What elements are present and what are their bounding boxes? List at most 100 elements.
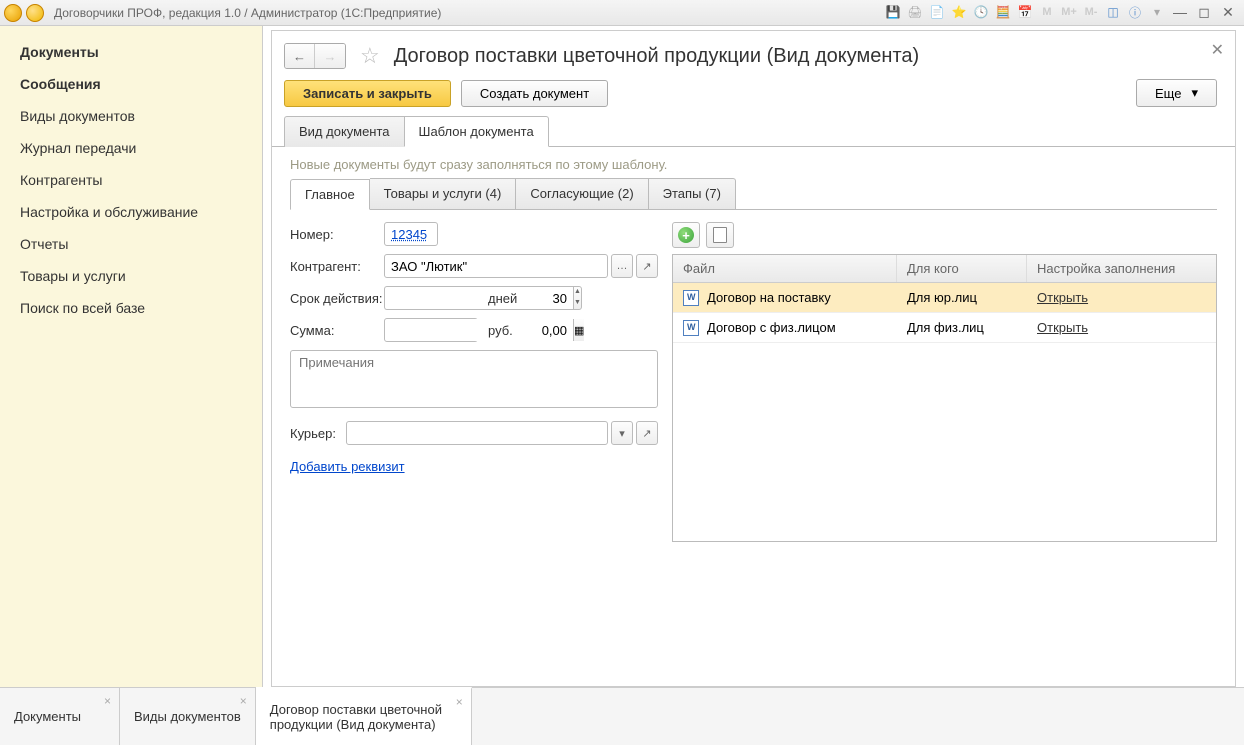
- calculator-icon[interactable]: ▦: [573, 319, 584, 341]
- table-row[interactable]: Договор с физ.лицом Для физ.лиц Открыть: [673, 313, 1216, 343]
- m-minus-icon[interactable]: M-: [1082, 3, 1100, 21]
- sum-field[interactable]: ▦: [384, 318, 478, 342]
- tab-doc-template[interactable]: Шаблон документа: [404, 116, 549, 147]
- main-area: Документы Сообщения Виды документов Журн…: [0, 26, 1244, 687]
- row-contractor: Контрагент: ЗАО "Лютик" … ↗: [290, 254, 658, 278]
- courier-label: Курьер:: [290, 426, 346, 441]
- notes-textarea[interactable]: [290, 350, 658, 408]
- tab-stages[interactable]: Этапы (7): [649, 178, 736, 209]
- nav-buttons: ← →: [284, 43, 346, 69]
- app-icon: [4, 4, 22, 22]
- right-toolbar: +: [672, 222, 1217, 248]
- dropdown-button[interactable]: ▾: [611, 421, 633, 445]
- sidebar-item-reports[interactable]: Отчеты: [0, 228, 262, 260]
- titlebar: Договорчики ПРОФ, редакция 1.0 / Админис…: [0, 0, 1244, 26]
- tab-main[interactable]: Главное: [290, 179, 370, 210]
- table-header: Файл Для кого Настройка заполнения: [673, 255, 1216, 283]
- history-icon[interactable]: 🕓: [972, 3, 990, 21]
- open-courier-button[interactable]: ↗: [636, 421, 658, 445]
- tab-goods[interactable]: Товары и услуги (4): [370, 178, 517, 209]
- open-link[interactable]: Открыть: [1037, 290, 1088, 305]
- titlebar-right-icons: 💾 🖨 📄 ⭐ 🕓 🧮 📅 M M+ M- ◫ ⓘ ▾ — ◻ ✕: [884, 3, 1238, 21]
- create-document-button[interactable]: Создать документ: [461, 80, 608, 107]
- hint-text: Новые документы будут сразу заполняться …: [272, 147, 1235, 178]
- contractor-value: ЗАО "Лютик": [391, 259, 467, 274]
- sum-input[interactable]: [385, 319, 573, 341]
- sidebar-item-settings[interactable]: Настройка и обслуживание: [0, 196, 262, 228]
- favorite-icon[interactable]: ⭐: [950, 3, 968, 21]
- footer-tab-current[interactable]: Договор поставки цветочной продукции (Ви…: [256, 687, 472, 745]
- inner-tabs: Главное Товары и услуги (4) Согласующие …: [290, 178, 1217, 210]
- actions-row: Записать и закрыть Создать документ Еще …: [272, 79, 1235, 115]
- m-icon[interactable]: M: [1038, 3, 1056, 21]
- sum-label: Сумма:: [290, 323, 384, 338]
- term-label: Срок действия:: [290, 291, 384, 306]
- content-inner: ✕ ← → ☆ Договор поставки цветочной проду…: [271, 30, 1236, 687]
- footer-tab-doc-types[interactable]: Виды документов ×: [120, 688, 256, 745]
- more-button[interactable]: Еще ▾: [1136, 79, 1217, 107]
- form-right: + Файл Для кого Настройка заполнения Дог…: [672, 222, 1217, 542]
- sidebar-item-goods[interactable]: Товары и услуги: [0, 260, 262, 292]
- cell-fill: Открыть: [1027, 320, 1216, 335]
- app-icon-2: [26, 4, 44, 22]
- select-button[interactable]: …: [611, 254, 633, 278]
- close-window-button[interactable]: ✕: [1218, 4, 1238, 21]
- open-button[interactable]: ↗: [636, 254, 658, 278]
- tab-doc-type[interactable]: Вид документа: [284, 116, 404, 147]
- sidebar-item-documents[interactable]: Документы: [0, 36, 262, 68]
- footer-tab-documents[interactable]: Документы ×: [0, 688, 120, 745]
- term-input[interactable]: [384, 286, 573, 310]
- nav-back-button[interactable]: ←: [285, 44, 315, 68]
- spinner-arrows[interactable]: ▲▼: [573, 286, 582, 310]
- window-title: Договорчики ПРОФ, редакция 1.0 / Админис…: [54, 6, 441, 20]
- sidebar-item-contractors[interactable]: Контрагенты: [0, 164, 262, 196]
- th-fill[interactable]: Настройка заполнения: [1027, 255, 1216, 282]
- sidebar-item-doc-types[interactable]: Виды документов: [0, 100, 262, 132]
- chevron-down-icon: ▾: [1191, 85, 1198, 101]
- maximize-button[interactable]: ◻: [1194, 4, 1214, 21]
- cell-for-whom: Для юр.лиц: [897, 290, 1027, 305]
- table-row[interactable]: Договор на поставку Для юр.лиц Открыть: [673, 283, 1216, 313]
- row-sum: Сумма: ▦ руб.: [290, 318, 658, 342]
- th-for-whom[interactable]: Для кого: [897, 255, 1027, 282]
- split-icon[interactable]: ◫: [1104, 3, 1122, 21]
- save-and-close-button[interactable]: Записать и закрыть: [284, 80, 451, 107]
- close-tab-icon[interactable]: ×: [456, 695, 463, 709]
- close-panel-button[interactable]: ✕: [1211, 40, 1224, 60]
- tab-approvers[interactable]: Согласующие (2): [516, 178, 648, 209]
- courier-field[interactable]: [346, 421, 608, 445]
- sum-unit: руб.: [488, 323, 513, 338]
- new-doc-button[interactable]: [706, 222, 734, 248]
- chevron-down-icon[interactable]: ▾: [1148, 3, 1166, 21]
- sidebar-item-transfer-log[interactable]: Журнал передачи: [0, 132, 262, 164]
- contractor-field[interactable]: ЗАО "Лютик": [384, 254, 608, 278]
- add-row-button[interactable]: +: [672, 222, 700, 248]
- footer-tab-label: Виды документов: [134, 709, 241, 724]
- footer-tab-label: Договор поставки цветочной продукции (Ви…: [270, 702, 457, 732]
- info-icon[interactable]: ⓘ: [1126, 3, 1144, 21]
- close-tab-icon[interactable]: ×: [240, 694, 247, 708]
- term-spinner[interactable]: ▲▼: [384, 286, 478, 310]
- nav-forward-button[interactable]: →: [315, 44, 345, 68]
- content-wrap: ✕ ← → ☆ Договор поставки цветочной проду…: [263, 26, 1244, 687]
- sidebar-item-messages[interactable]: Сообщения: [0, 68, 262, 100]
- cell-fill: Открыть: [1027, 290, 1216, 305]
- sidebar-item-search[interactable]: Поиск по всей базе: [0, 292, 262, 324]
- cell-file: Договор с физ.лицом: [673, 320, 897, 336]
- number-field[interactable]: 12345: [384, 222, 438, 246]
- doc-icon[interactable]: 📄: [928, 3, 946, 21]
- save-icon[interactable]: 💾: [884, 3, 902, 21]
- open-link[interactable]: Открыть: [1037, 320, 1088, 335]
- m-plus-icon[interactable]: M+: [1060, 3, 1078, 21]
- calculator-icon[interactable]: 🧮: [994, 3, 1012, 21]
- calendar-icon[interactable]: 📅: [1016, 3, 1034, 21]
- cell-for-whom: Для физ.лиц: [897, 320, 1027, 335]
- print-icon[interactable]: 🖨: [906, 3, 924, 21]
- minimize-button[interactable]: —: [1170, 4, 1190, 20]
- add-requisite-link[interactable]: Добавить реквизит: [290, 459, 405, 474]
- page-title: Договор поставки цветочной продукции (Ви…: [394, 45, 919, 68]
- star-icon[interactable]: ☆: [360, 43, 380, 69]
- file-name: Договор на поставку: [707, 290, 831, 305]
- th-file[interactable]: Файл: [673, 255, 897, 282]
- close-tab-icon[interactable]: ×: [104, 694, 111, 708]
